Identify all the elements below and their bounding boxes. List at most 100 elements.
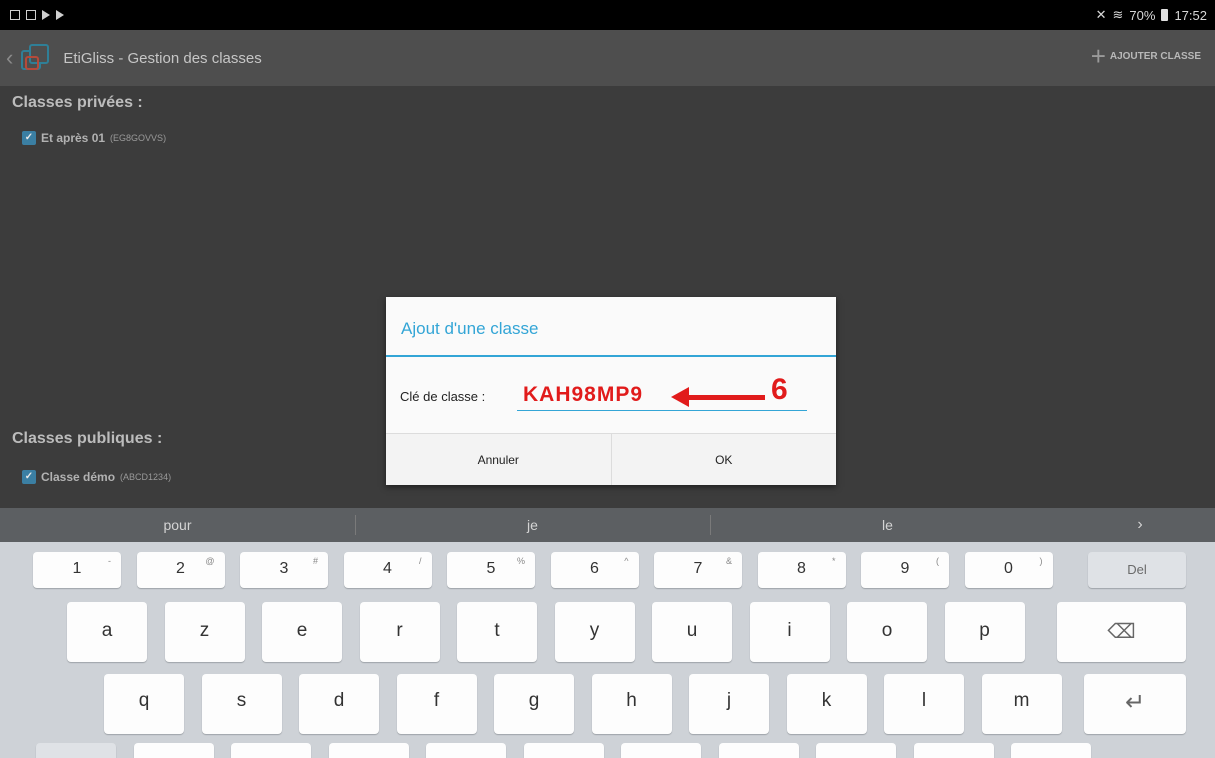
annotation-step-number: 6	[771, 373, 788, 406]
del-key[interactable]: Del	[1088, 552, 1186, 588]
key-u[interactable]: u	[652, 602, 732, 662]
dialog-divider	[386, 355, 836, 357]
key-secondary-label: (	[936, 556, 939, 566]
clock: 17:52	[1174, 7, 1207, 23]
key-label: y	[589, 620, 600, 641]
plus-icon: +	[1090, 41, 1106, 71]
suggestion-bar: pour je le ›	[0, 508, 1215, 542]
status-bar: ✕ ≋ 70% 17:52	[0, 0, 1215, 30]
key-row-bottom-4[interactable]	[328, 743, 409, 758]
key-secondary-label: -	[108, 556, 111, 566]
class-name: Et après 01	[41, 131, 106, 145]
key-m[interactable]: m	[981, 674, 1062, 734]
back-chevron-icon[interactable]: ‹	[6, 45, 13, 71]
system-icons: ✕ ≋ 70% 17:52	[1096, 7, 1207, 23]
key-label: i	[787, 620, 792, 641]
key-4[interactable]: 4/	[343, 552, 432, 588]
key-s[interactable]: s	[201, 674, 282, 734]
key-3[interactable]: 3 #	[240, 552, 328, 588]
dialog-buttons: Annuler OK	[386, 433, 836, 485]
key-l[interactable]: l	[884, 674, 964, 734]
key-1[interactable]: 1-	[33, 552, 121, 588]
key-a[interactable]: a	[67, 602, 147, 662]
key-row-bottom-5[interactable]	[426, 743, 506, 758]
key-o[interactable]: o	[847, 602, 927, 662]
key-label: g	[528, 690, 540, 711]
key-g[interactable]: g	[494, 674, 574, 734]
class-code: (ABCD1234)	[120, 472, 172, 482]
backspace-icon: ⌫	[1107, 621, 1136, 643]
key-r[interactable]: r	[359, 602, 440, 662]
key-label: Del	[1127, 562, 1147, 577]
app-title: EtiGliss - Gestion des classes	[63, 49, 262, 67]
key-label: r	[396, 620, 403, 641]
key-6[interactable]: 6 ^	[550, 552, 639, 588]
key-q[interactable]: q	[104, 674, 184, 734]
key-row-bottom-11[interactable]	[1011, 743, 1091, 758]
key-5[interactable]: 5%	[447, 552, 535, 588]
key-row-bottom-8[interactable]	[718, 743, 799, 758]
key-p[interactable]: p	[944, 602, 1025, 662]
key-h[interactable]: h	[591, 674, 672, 734]
key-7[interactable]: 7 &	[654, 552, 742, 588]
class-key-input[interactable]: KAH98MP9 6	[517, 373, 807, 411]
backspace-key[interactable]: ⌫	[1057, 602, 1186, 662]
key-8[interactable]: 8 *	[757, 552, 846, 588]
dialog-title: Ajout d'une classe	[401, 319, 539, 338]
suggestion-2[interactable]: je	[355, 515, 710, 535]
checkbox[interactable]: ✓	[22, 470, 36, 484]
enter-icon: ↵	[1124, 689, 1146, 716]
key-d[interactable]: d	[299, 674, 379, 734]
key-secondary-label: /	[418, 556, 422, 566]
class-key-value: KAH98MP9	[523, 383, 644, 406]
key-secondary-label: )	[1039, 556, 1043, 566]
class-key-label: Clé de classe :	[400, 389, 486, 404]
key-row-bottom-6[interactable]	[523, 743, 604, 758]
key-label: s	[236, 690, 247, 711]
key-row-bottom-10[interactable]	[913, 743, 994, 758]
class-code: (EG8GOVVS)	[110, 133, 167, 143]
list-item[interactable]: ✓ Et après 01 (EG8GOVVS)	[22, 131, 166, 145]
key-e[interactable]: e	[262, 602, 342, 662]
key-row-bottom-3[interactable]	[231, 743, 311, 758]
key-row-bottom-1[interactable]	[36, 743, 116, 758]
wifi-icon: ≋	[1112, 7, 1124, 22]
keyboard: 1- 2 @ 3 # 4/5% 6 ^ 7 & 8 * 9( 0) Del a z e r t y u i o p ⌫ q s d f…	[0, 542, 1215, 758]
key-row-bottom-7[interactable]	[621, 743, 701, 758]
key-i[interactable]: i	[749, 602, 830, 662]
gallery-icon	[10, 10, 20, 20]
ok-button[interactable]: OK	[610, 434, 837, 485]
key-f[interactable]: f	[396, 674, 477, 734]
key-label: h	[626, 690, 637, 711]
list-item[interactable]: ✓ Classe démo (ABCD1234)	[22, 470, 171, 484]
add-class-button[interactable]: + AJOUTER CLASSE	[1090, 41, 1201, 71]
key-j[interactable]: j	[689, 674, 769, 734]
media-icon	[26, 10, 36, 20]
key-label: z	[199, 620, 210, 641]
public-section-title: Classes publiques :	[12, 430, 163, 447]
more-suggestions-icon[interactable]: ›	[1065, 516, 1215, 534]
key-row-bottom-9[interactable]	[816, 743, 896, 758]
key-k[interactable]: k	[786, 674, 867, 734]
key-label: a	[101, 620, 113, 641]
key-label: u	[686, 620, 698, 641]
suggestion-3[interactable]: le	[710, 515, 1065, 535]
key-0[interactable]: 0)	[964, 552, 1053, 588]
suggestion-1[interactable]: pour	[0, 517, 355, 533]
cancel-button[interactable]: Annuler	[386, 434, 611, 485]
key-label: k	[821, 690, 832, 711]
checkbox[interactable]: ✓	[22, 131, 36, 145]
key-label: t	[494, 620, 500, 641]
key-secondary-label: @	[205, 556, 215, 566]
app-logo-icon[interactable]	[17, 40, 53, 76]
key-y[interactable]: y	[554, 602, 635, 662]
key-row-bottom-2[interactable]	[133, 743, 214, 758]
key-2[interactable]: 2 @	[136, 552, 225, 588]
key-secondary-label: &	[725, 556, 732, 566]
key-t[interactable]: t	[457, 602, 537, 662]
class-name: Classe démo	[41, 470, 116, 484]
enter-key[interactable]: ↵	[1084, 674, 1186, 734]
key-z[interactable]: z	[164, 602, 245, 662]
key-9[interactable]: 9(	[861, 552, 949, 588]
key-secondary-label: #	[312, 556, 318, 566]
